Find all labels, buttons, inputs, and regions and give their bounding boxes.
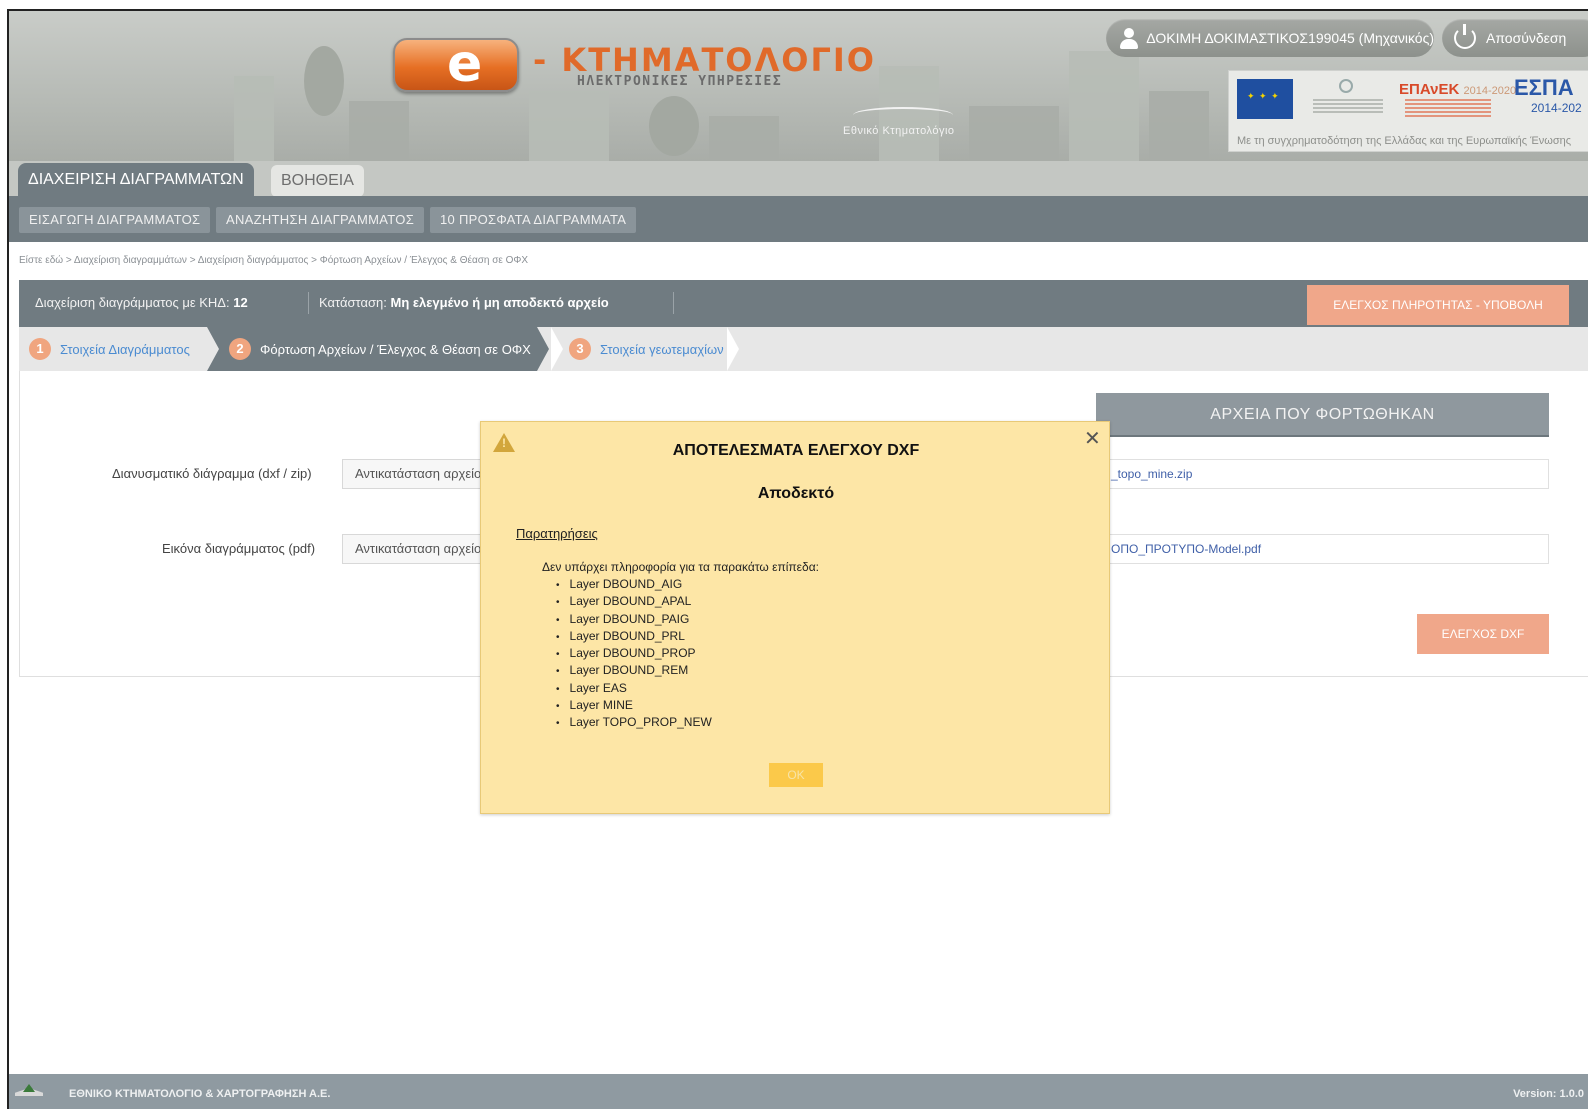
subnav-recent-diagrams[interactable]: 10 ΠΡΟΣΦΑΤΑ ΔΙΑΓΡΑΜΜΑΤΑ [430,207,637,233]
subnav-search-diagram[interactable]: ΑΝΑΖΗΤΗΣΗ ΔΙΑΓΡΑΜΜΑΤΟΣ [216,207,425,233]
sub-navigation: ΕΙΣΑΓΩΓΗ ΔΙΑΓΡΑΜΜΑΤΟΣ ΑΝΑΖΗΤΗΣΗ ΔΙΑΓΡΑΜΜ… [9,196,1588,242]
skyline-building [709,116,779,161]
greek-gov-seal-icon [1307,79,1387,119]
org-logo-text: Εθνικό Κτηματολόγιο [843,125,955,137]
skyline-building [529,91,609,161]
app-window: e - ΚΤΗΜΑΤΟΛΟΓΙΟ ΗΛΕΚΤΡΟΝΙΚΕΣ ΥΠΗΡΕΣΙΕΣ … [7,9,1588,1109]
wizard-steps: 1 Στοιχεία Διαγράμματος 2 Φόρτωση Αρχείω… [19,327,1588,371]
skyline-building [1069,51,1139,161]
footer-org-name: ΕΘΝΙΚΟ ΚΤΗΜΑΤΟΛΟΓΙΟ & ΧΑΡΤΟΓΡΑΦΗΣΗ Α.Ε. [69,1088,331,1100]
logout-button[interactable]: Αποσύνδεση [1442,19,1588,57]
user-menu-button[interactable]: ΔΟΚΙΜΗ ΔΟΚΙΜΑΣΤΙΚΟΣ199045 (Μηχανικός) [1106,19,1434,57]
divider [673,292,674,314]
tab-help[interactable]: ΒΟΗΘΕΙΑ [271,165,364,197]
check-result: Αποδεκτό [757,485,835,502]
completeness-check-submit-button[interactable]: ΕΛΕΓΧΟΣ ΠΛΗΡΟΤΗΤΑΣ - ΥΠΟΒΟΛΗ [1307,285,1569,325]
skyline-building [1149,91,1209,161]
skyline-tree [649,96,699,156]
logo-letter: e [447,34,482,94]
list-item: Layer TOPO_PROP_NEW [556,714,712,731]
epanek-logo-lines [1405,99,1491,117]
image-file-replace-button[interactable]: Αντικατάσταση αρχείου [342,534,502,564]
notes-intro: Δεν υπάρχει πληροφορία για τα παρακάτω ε… [542,560,819,574]
step-number: 1 [29,338,51,360]
espa-logo: ΕΣΠΑ [1514,75,1574,100]
espa-years: 2014-202 [1531,101,1582,115]
logo-subtitle: ΗΛΕΚΤΡΟΝΙΚΕΣ ΥΠΗΡΕΣΙΕΣ [577,74,783,89]
subnav-import-diagram[interactable]: ΕΙΣΑΓΩΓΗ ΔΙΑΓΡΑΜΜΑΤΟΣ [19,207,211,233]
step-label: Στοιχεία Διαγράμματος [60,341,190,357]
skyline-building [349,101,409,161]
list-item: Layer DBOUND_REM [556,662,712,679]
user-name-label: ΔΟΚΙΜΗ ΔΟΚΙΜΑΣΤΙΚΟΣ199045 (Μηχανικός) [1146,30,1434,46]
step-diagram-details[interactable]: 1 Στοιχεία Διαγράμματος [29,327,190,371]
vector-diagram-label: Διανυσματικό διάγραμμα (dxf / zip) [112,466,312,481]
power-icon [1454,24,1476,49]
diagram-image-label: Εικόνα διαγράμματος (pdf) [162,541,316,556]
notes-heading: Παρατηρήσεις [516,526,598,541]
org-logo-icon [15,1084,43,1098]
vector-file-replace-button[interactable]: Αντικατάσταση αρχείου [342,459,502,489]
status-label: Κατάσταση: Μη ελεγμένο ή μη αποδεκτό αρχ… [319,295,609,310]
diagram-header-bar: Διαχείριση διαγράμματος με ΚΗΔ: 12 Κατάσ… [19,280,1588,327]
list-item: Layer DBOUND_PROP [556,645,712,662]
dxf-check-results-dialog: ✕ ΑΠΟΤΕΛΕΣΜΑΤΑ ΕΛΕΓΧΟΥ DXF Αποδεκτό Παρα… [480,421,1110,814]
uploaded-files-heading: ΑΡΧΕΙΑ ΠΟΥ ΦΟΡΤΩΘΗΚΑΝ [1096,393,1549,437]
skyline-tree [304,46,344,116]
list-item: Layer DBOUND_APAL [556,593,712,610]
user-icon [1118,27,1138,49]
org-logo: Εθνικό Κτηματολόγιο [831,107,991,141]
divider [308,292,309,314]
khd-value: 12 [233,295,248,310]
header-banner: e - ΚΤΗΜΑΤΟΛΟΓΙΟ ΗΛΕΚΤΡΟΝΙΚΕΣ ΥΠΗΡΕΣΙΕΣ … [9,11,1588,161]
chevron-right-icon [551,327,565,371]
tab-diagram-management[interactable]: ΔΙΑΧΕΙΡΙΣΗ ΔΙΑΓΡΑΜΜΑΤΩΝ [18,163,254,197]
status-value: Μη ελεγμένο ή μη αποδεκτό αρχείο [390,295,609,310]
list-item: Layer DBOUND_AIG [556,576,712,593]
eu-flag-icon [1237,79,1293,119]
footer: ΕΘΝΙΚΟ ΚΤΗΜΑΤΟΛΟΓΙΟ & ΧΑΡΤΟΓΡΑΦΗΣΗ Α.Ε. … [9,1074,1588,1109]
step-parcel-details[interactable]: 3 Στοιχεία γεωτεμαχίων [569,327,724,371]
uploaded-file-link[interactable]: _topo_mine.zip [1096,459,1549,489]
epanek-logo: ΕΠΑνΕΚ 2014-2020 [1399,81,1517,98]
skyline-building [234,76,274,161]
step-label: Στοιχεία γεωτεμαχίων [600,341,724,357]
version-label: Version: 1.0.0 [1513,1088,1584,1100]
list-item: Layer DBOUND_PAIG [556,611,712,628]
step-label: Φόρτωση Αρχείων / Έλεγχος & Θέαση σε ΟΦΧ [260,341,531,357]
breadcrumb: Είστε εδώ > Διαχείριση διαγραμμάτων > Δι… [19,255,529,266]
diagram-id-label: Διαχείριση διαγράμματος με ΚΗΔ: 12 [35,295,248,310]
step-number: 2 [229,338,251,360]
eu-funding-banner: ΕΠΑνΕΚ 2014-2020 ΕΣΠΑ 2014-202 Με τη συγ… [1228,70,1588,152]
check-dxf-button[interactable]: ΕΛΕΓΧΟΣ DXF [1417,614,1549,654]
list-item: Layer DBOUND_PRL [556,628,712,645]
e-logo-badge: e [393,34,519,94]
eu-funding-caption: Με τη συγχρηματοδότηση της Ελλάδας και τ… [1237,135,1572,147]
uploaded-file-link[interactable]: ΟΠΟ_ΠΡΟΤΥΠΟ-Model.pdf [1096,534,1549,564]
org-logo-wave-icon [853,107,953,123]
dialog-title: ΑΠΟΤΕΛΕΣΜΑΤΑ ΕΛΕΓΧΟΥ DXF [672,442,920,459]
logout-label: Αποσύνδεση [1486,30,1567,46]
missing-layers-list: Layer DBOUND_AIG Layer DBOUND_APAL Layer… [556,576,712,732]
ok-button[interactable]: OK [769,763,823,787]
list-item: Layer EAS [556,680,712,697]
step-file-upload[interactable]: 2 Φόρτωση Αρχείων / Έλεγχος & Θέαση σε Ο… [229,327,531,371]
chevron-right-icon [727,327,741,371]
list-item: Layer MINE [556,697,712,714]
step-number: 3 [569,338,591,360]
